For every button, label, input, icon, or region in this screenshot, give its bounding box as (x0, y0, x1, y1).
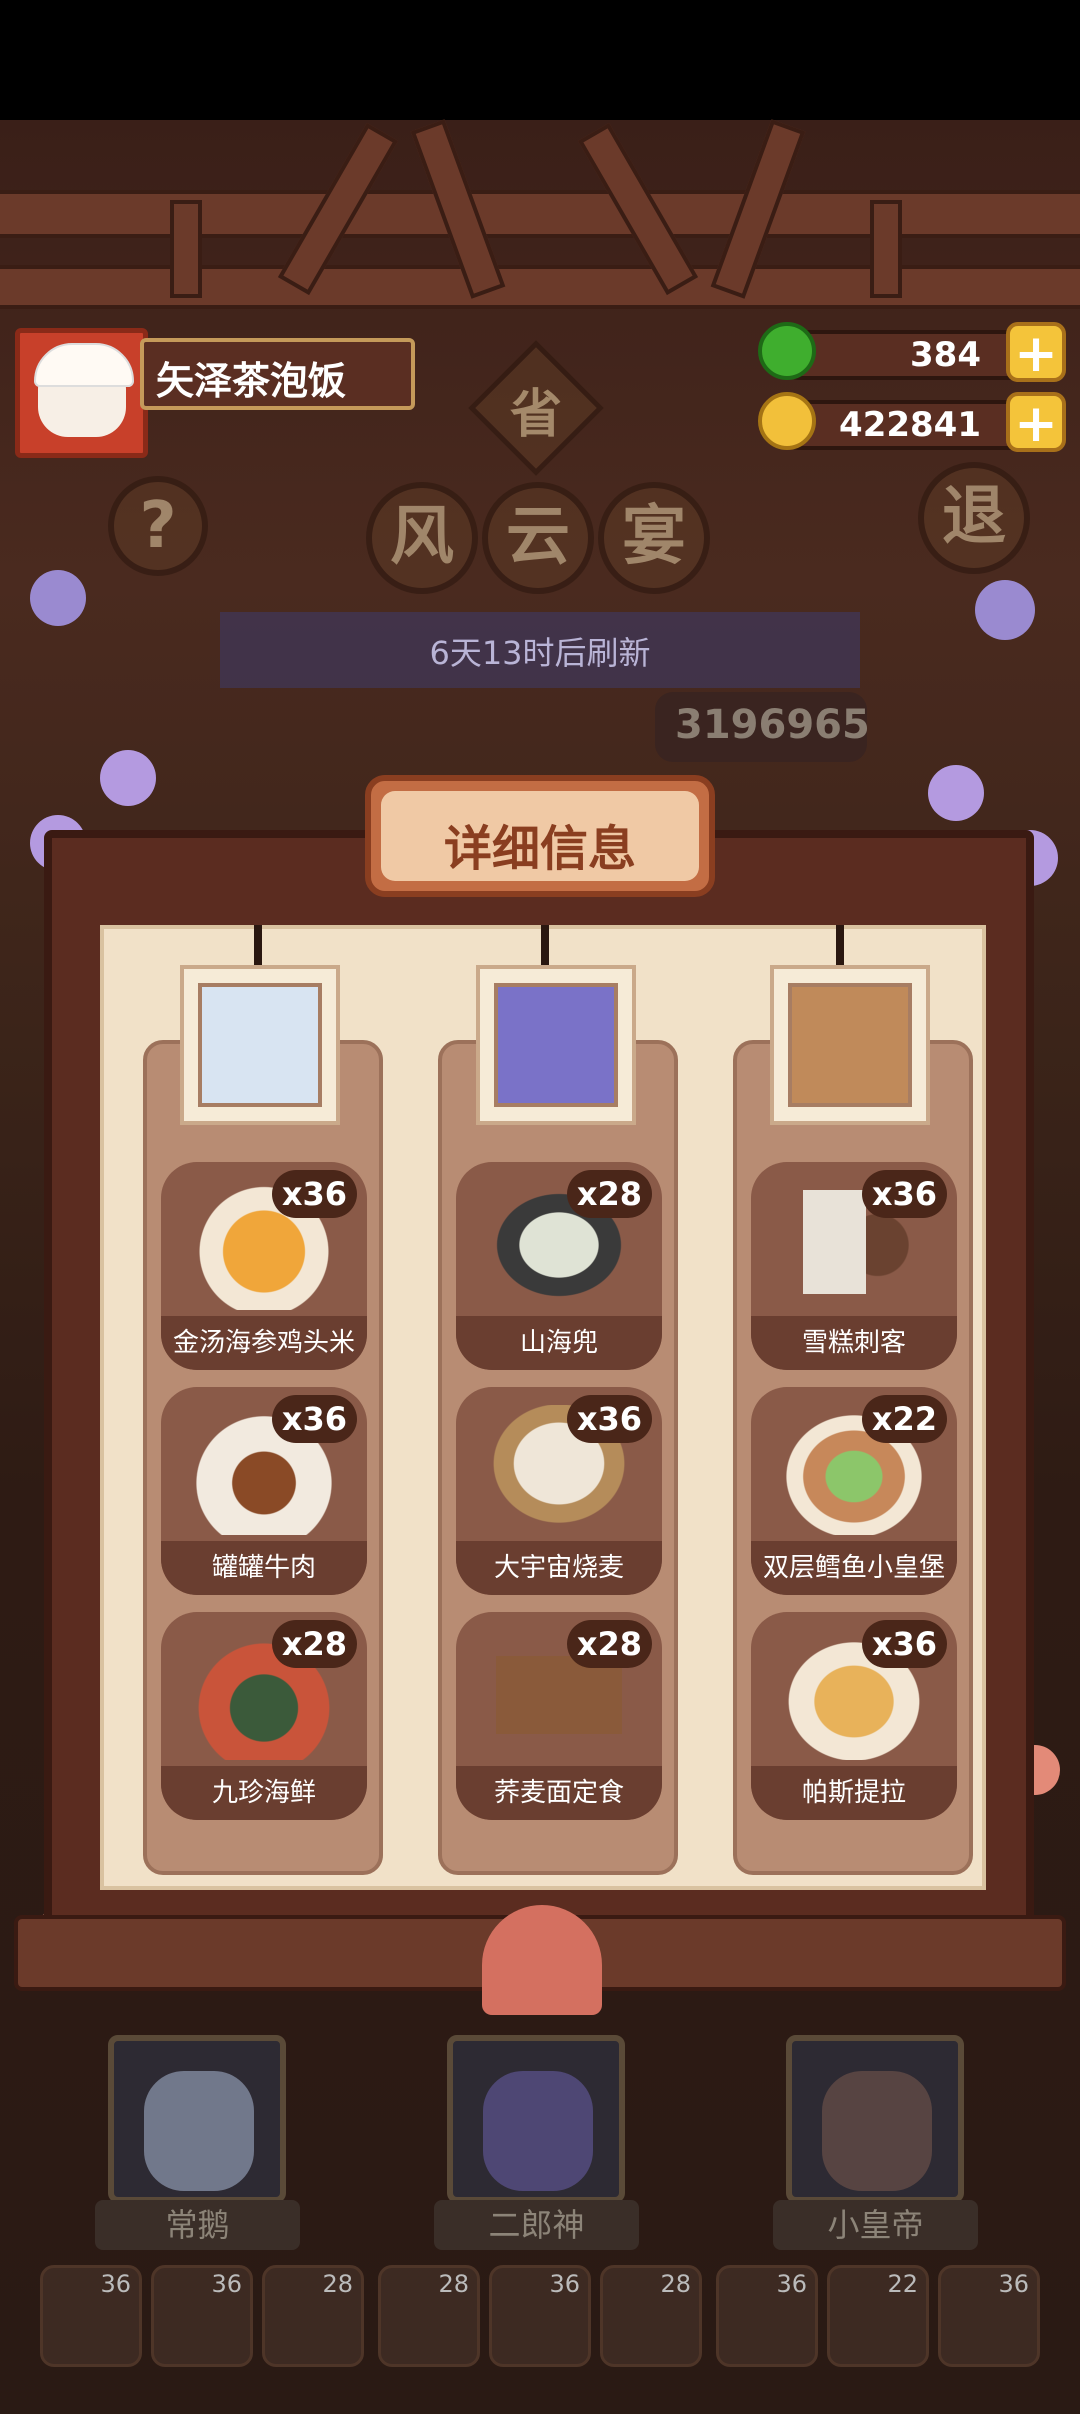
dish-slot[interactable]: 28 (600, 2265, 702, 2367)
dish-slot[interactable]: 36 (489, 2265, 591, 2367)
score-pill: 3196965 (655, 692, 870, 762)
dish-card[interactable]: x36 雪糕刺客 (751, 1162, 957, 1370)
dish-card[interactable]: x28 九珍海鲜 (161, 1612, 367, 1820)
dish-count: x28 (271, 1620, 357, 1668)
team-character[interactable] (447, 2035, 625, 2203)
dish-count: x36 (861, 1170, 947, 1218)
dish-card[interactable]: x36 金汤海参鸡头米 (161, 1162, 367, 1370)
dish-card[interactable]: x28 荞麦面定食 (456, 1612, 662, 1820)
dish-slot[interactable]: 22 (827, 2265, 929, 2367)
jade-count: 384 (910, 335, 981, 375)
flower-decoration (975, 580, 1035, 640)
character-portrait (180, 965, 340, 1125)
dish-name: 双层鳕鱼小皇堡 (751, 1541, 957, 1595)
player-avatar[interactable] (15, 328, 148, 458)
character-name: 常鹅 (95, 2200, 300, 2250)
character-face-changge (198, 983, 322, 1107)
jade-icon (758, 322, 816, 380)
refresh-text: 6天13时后刷新 (429, 634, 651, 672)
character-face-xiaohuangdi (788, 983, 912, 1107)
title-char-3: 宴 (598, 482, 710, 594)
dish-card[interactable]: x36 帕斯提拉 (751, 1612, 957, 1820)
dish-count: x36 (566, 1395, 652, 1443)
dish-name: 大宇宙烧麦 (456, 1541, 662, 1595)
dish-name: 荞麦面定食 (456, 1766, 662, 1820)
score-value: 3196965 (675, 702, 870, 748)
dish-slot[interactable]: 28 (262, 2265, 364, 2367)
add-coin-button[interactable]: + (1006, 392, 1066, 452)
coin-icon (758, 392, 816, 450)
dish-name: 山海兜 (456, 1316, 662, 1370)
dish-count: x22 (861, 1395, 947, 1443)
character-portrait (770, 965, 930, 1125)
dish-card[interactable]: x36 罐罐牛肉 (161, 1387, 367, 1595)
dish-card[interactable]: x22 双层鳕鱼小皇堡 (751, 1387, 957, 1595)
roof-post (870, 200, 902, 298)
roof-post (170, 200, 202, 298)
modal-title: 详细信息 (443, 821, 636, 877)
character-name: 二郎神 (434, 2200, 639, 2250)
dish-count: x36 (271, 1395, 357, 1443)
portrait-string (254, 925, 262, 970)
character-face-erlangshen (494, 983, 618, 1107)
add-jade-button[interactable]: + (1006, 322, 1066, 382)
dish-card[interactable]: x28 山海兜 (456, 1162, 662, 1370)
character-portrait (476, 965, 636, 1125)
flower-decoration (30, 570, 86, 626)
team-character[interactable] (786, 2035, 964, 2203)
dish-slot[interactable]: 28 (378, 2265, 480, 2367)
exit-label: 退 (942, 480, 1006, 554)
title-char-1: 风 (366, 482, 478, 594)
dish-name: 九珍海鲜 (161, 1766, 367, 1820)
help-icon: ? (139, 489, 177, 563)
coin-count: 422841 (839, 405, 981, 445)
player-name-plate: 矢泽茶泡饭 (140, 338, 415, 410)
exit-button[interactable]: 退 (918, 462, 1030, 574)
dish-slot[interactable]: 36 (151, 2265, 253, 2367)
character-name: 小皇帝 (773, 2200, 978, 2250)
flower-decoration (928, 765, 984, 821)
avatar-hair (34, 343, 134, 387)
team-character[interactable] (108, 2035, 286, 2203)
dish-slot[interactable]: 36 (716, 2265, 818, 2367)
modal-title-plate: 详细信息 (365, 775, 715, 897)
dish-card[interactable]: x36 大宇宙烧麦 (456, 1387, 662, 1595)
dish-count: x28 (566, 1620, 652, 1668)
portrait-string (836, 925, 844, 970)
roof-beam (0, 190, 1080, 238)
province-char: 省 (509, 385, 562, 445)
dish-count: x36 (861, 1620, 947, 1668)
dish-count: x28 (566, 1170, 652, 1218)
dish-name: 帕斯提拉 (751, 1766, 957, 1820)
flower-decoration (100, 750, 156, 806)
player-name: 矢泽茶泡饭 (156, 359, 347, 403)
character-face-changge (144, 2071, 254, 2191)
dish-count: x36 (271, 1170, 357, 1218)
roof-beam (0, 265, 1080, 309)
portrait-string (541, 925, 549, 970)
character-face-erlangshen (483, 2071, 593, 2191)
modal-tassel (482, 1905, 602, 2015)
help-button[interactable]: ? (108, 476, 208, 576)
character-face-xiaohuangdi (822, 2071, 932, 2191)
title-char-2: 云 (482, 482, 594, 594)
dish-name: 雪糕刺客 (751, 1316, 957, 1370)
dish-slot[interactable]: 36 (40, 2265, 142, 2367)
dish-name: 金汤海参鸡头米 (161, 1316, 367, 1370)
dish-slot[interactable]: 36 (938, 2265, 1040, 2367)
dish-name: 罐罐牛肉 (161, 1541, 367, 1595)
